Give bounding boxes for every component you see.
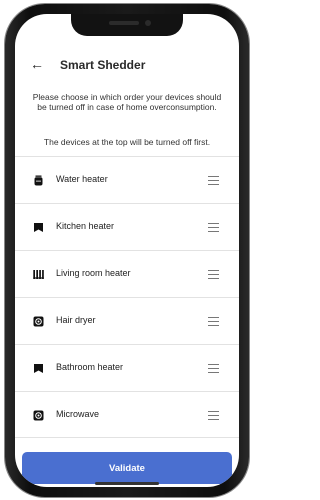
phone-frame: ← Smart Shedder Please choose in which o… bbox=[5, 4, 249, 497]
device-label: Microwave bbox=[56, 409, 100, 419]
header: ← Smart Shedder bbox=[15, 54, 239, 78]
water-heater-icon bbox=[34, 175, 43, 186]
heater-icon bbox=[34, 223, 43, 232]
list-item[interactable]: Bathroom heater bbox=[15, 344, 239, 391]
heater-icon bbox=[34, 364, 43, 373]
drag-handle-icon[interactable] bbox=[208, 411, 219, 420]
page-title: Smart Shedder bbox=[60, 58, 146, 72]
drag-handle-icon[interactable] bbox=[208, 223, 219, 232]
drag-handle-icon[interactable] bbox=[208, 364, 219, 373]
device-priority-list: Water heater Kitchen heater Living room … bbox=[15, 156, 239, 438]
drag-handle-icon[interactable] bbox=[208, 270, 219, 279]
home-indicator bbox=[95, 482, 159, 485]
drag-handle-icon[interactable] bbox=[208, 317, 219, 326]
device-label: Hair dryer bbox=[56, 315, 96, 325]
appliance-icon bbox=[33, 316, 44, 327]
screen: ← Smart Shedder Please choose in which o… bbox=[15, 14, 239, 487]
speaker bbox=[109, 21, 139, 25]
device-label: Bathroom heater bbox=[56, 362, 124, 372]
radiator-icon bbox=[33, 270, 44, 279]
list-item[interactable]: Hair dryer bbox=[15, 297, 239, 344]
notch bbox=[71, 14, 183, 36]
instructions-text: Please choose in which order your device… bbox=[32, 92, 222, 112]
list-item[interactable]: Microwave bbox=[15, 391, 239, 438]
appliance-icon bbox=[33, 410, 44, 421]
drag-handle-icon[interactable] bbox=[208, 176, 219, 185]
device-label: Living room heater bbox=[56, 268, 131, 278]
back-arrow-icon[interactable]: ← bbox=[30, 56, 44, 72]
instructions-subtext: The devices at the top will be turned of… bbox=[43, 137, 211, 147]
device-label: Water heater bbox=[56, 174, 108, 184]
list-item[interactable]: Water heater bbox=[15, 156, 239, 203]
list-item[interactable]: Kitchen heater bbox=[15, 203, 239, 250]
front-camera bbox=[145, 20, 151, 26]
list-item[interactable]: Living room heater bbox=[15, 250, 239, 297]
validate-button[interactable]: Validate bbox=[22, 452, 232, 484]
device-label: Kitchen heater bbox=[56, 221, 115, 231]
